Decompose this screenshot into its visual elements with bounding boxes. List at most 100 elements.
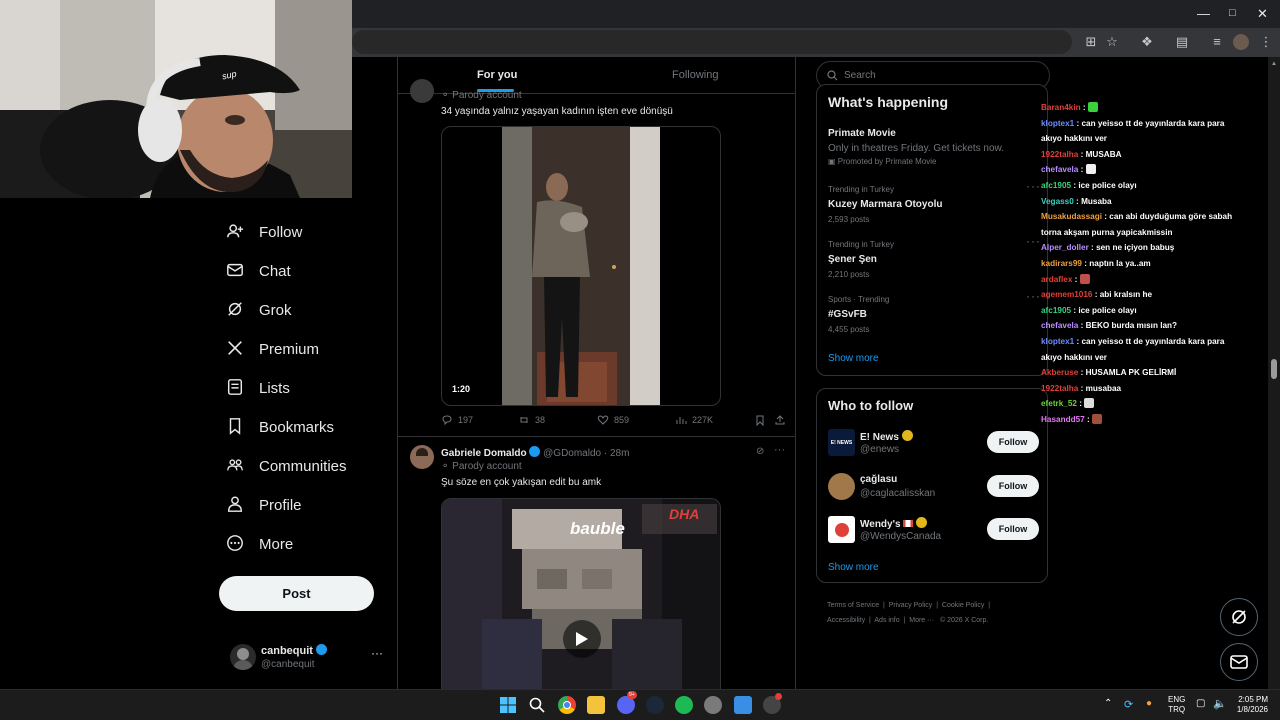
chat-username[interactable]: ardaflex — [1041, 275, 1072, 284]
start-icon[interactable] — [499, 696, 517, 714]
monitor-icon[interactable]: ▢ — [1196, 698, 1205, 709]
reading-list-icon[interactable]: ≡ — [1209, 34, 1225, 50]
nav-item-more[interactable]: More — [226, 530, 293, 558]
trend-more-icon[interactable]: ··· — [1026, 179, 1041, 193]
follow-button[interactable]: Follow — [987, 475, 1039, 497]
star-icon[interactable]: ☆ — [1104, 34, 1120, 50]
minimize-icon[interactable]: — — [1197, 6, 1210, 21]
chat-username[interactable]: Vegass0 — [1041, 197, 1074, 206]
settings-icon[interactable] — [704, 696, 722, 714]
tray-chevron-icon[interactable]: ⌃ — [1104, 698, 1112, 709]
tweet-author-handle[interactable]: @GDomaldo — [543, 448, 601, 459]
nav-item-chat[interactable]: Chat — [226, 257, 291, 285]
photos-icon[interactable] — [734, 696, 752, 714]
bookmark-button[interactable] — [754, 414, 771, 426]
nav-item-bookmarks[interactable]: Bookmarks — [226, 413, 334, 441]
tweet-author-name[interactable]: Gabriele Domaldo — [441, 448, 527, 459]
spotify-icon[interactable] — [675, 696, 693, 714]
follow-avatar[interactable] — [828, 473, 855, 500]
follow-name[interactable]: Wendy's — [860, 519, 901, 530]
grok-icon[interactable]: ⊘ — [756, 446, 764, 457]
chat-username[interactable]: chefavela — [1041, 165, 1078, 174]
repost-button[interactable]: 38 — [518, 414, 545, 426]
chat-username[interactable]: chefavela — [1041, 321, 1078, 330]
follow-name[interactable]: E! News — [860, 432, 899, 443]
tweet-more-icon[interactable]: ··· — [774, 444, 785, 456]
chat-username[interactable]: kloptex1 — [1041, 119, 1074, 128]
follow-avatar[interactable]: E! NEWS — [828, 429, 855, 456]
volume-icon[interactable]: 🔈 — [1213, 697, 1227, 710]
tray-sync-icon[interactable]: ⟳ — [1124, 698, 1133, 711]
scroll-up-icon[interactable]: ▲ — [1271, 61, 1277, 67]
happening-show-more[interactable]: Show more — [828, 353, 879, 364]
footer-more[interactable]: More ··· — [909, 617, 934, 624]
discord-icon[interactable]: 9+ — [617, 691, 637, 714]
restore-icon[interactable]: □ — [1229, 7, 1236, 19]
address-bar[interactable] — [352, 30, 1072, 54]
share-button[interactable] — [774, 414, 791, 426]
tray-mic-icon[interactable]: ● — [1146, 698, 1152, 709]
chat-username[interactable]: Akberuse — [1041, 368, 1078, 377]
steam-icon[interactable] — [646, 696, 664, 714]
footer-privacy[interactable]: Privacy Policy — [889, 602, 933, 609]
profile-avatar-icon[interactable] — [1233, 34, 1249, 50]
trend-more-icon[interactable]: ··· — [1026, 234, 1041, 248]
chat-username[interactable]: Alper_doller — [1041, 243, 1089, 252]
follow-name[interactable]: çağlasu — [860, 474, 897, 485]
nav-item-communities[interactable]: Communities — [226, 452, 347, 480]
trend-item[interactable]: Sports · Trending #GSvFB 4,455 posts — [828, 295, 1028, 334]
nav-item-follow[interactable]: Follow — [226, 218, 302, 246]
chrome-icon[interactable] — [558, 696, 576, 714]
file-explorer-icon[interactable] — [587, 696, 605, 714]
nav-item-profile[interactable]: Profile — [226, 491, 302, 519]
browser-menu-icon[interactable]: ⋮ — [1258, 34, 1274, 50]
follow-button[interactable]: Follow — [987, 518, 1039, 540]
nav-item-lists[interactable]: Lists — [226, 374, 290, 402]
extensions-icon[interactable]: ❖ — [1139, 34, 1155, 50]
promo-trend[interactable]: Primate Movie Only in theatres Friday. G… — [828, 128, 1038, 166]
install-app-icon[interactable]: ⊞ — [1083, 34, 1099, 50]
chat-username[interactable]: kloptex1 — [1041, 337, 1074, 346]
footer-terms[interactable]: Terms of Service — [827, 602, 879, 609]
trend-more-icon[interactable]: ··· — [1026, 289, 1041, 303]
chat-username[interactable]: agemem1016 — [1041, 290, 1092, 299]
who-to-follow-show-more[interactable]: Show more — [828, 562, 879, 573]
tab-for-you[interactable]: For you — [477, 69, 517, 81]
tweet[interactable]: Gabriele Domaldo @GDomaldo · 28m ⊘ ··· ⚬… — [398, 437, 795, 689]
footer-accessibility[interactable]: Accessibility — [827, 617, 865, 624]
tweet-time[interactable]: · 28m — [604, 448, 630, 459]
tweet[interactable]: ⚬ Parody account 34 yaşında yalnız yaşay… — [398, 79, 795, 435]
trend-item[interactable]: Trending in Turkey Şener Şen 2,210 posts — [828, 240, 1028, 279]
tweet-video[interactable]: 1:20 — [441, 126, 721, 406]
post-button[interactable]: Post — [219, 576, 374, 611]
clock[interactable]: 2:05 PM 1/8/2026 — [1232, 695, 1268, 715]
chat-username[interactable]: afc1905 — [1041, 306, 1071, 315]
follow-avatar[interactable] — [828, 516, 855, 543]
page-scrollbar[interactable]: ▲ — [1268, 57, 1280, 689]
like-button[interactable]: 859 — [597, 414, 629, 426]
trend-item[interactable]: Trending in Turkey Kuzey Marmara Otoyolu 2… — [828, 185, 1028, 224]
chat-username[interactable]: Hasandd57 — [1041, 415, 1085, 424]
chat-username[interactable]: Baran4kin — [1041, 103, 1081, 112]
chat-username[interactable]: efetrk_52 — [1041, 399, 1077, 408]
chat-username[interactable]: 1922talha — [1041, 384, 1078, 393]
footer-ads[interactable]: Ads info — [874, 617, 899, 624]
chat-username[interactable]: Musakudassagi — [1041, 212, 1102, 221]
app-icon[interactable] — [763, 693, 782, 714]
follow-button[interactable]: Follow — [987, 431, 1039, 453]
play-button[interactable] — [563, 620, 601, 658]
language-indicator[interactable]: ENG TRQ — [1168, 695, 1185, 715]
grok-fab[interactable] — [1220, 598, 1258, 636]
close-icon[interactable]: ✕ — [1257, 6, 1268, 22]
messages-fab[interactable] — [1220, 643, 1258, 681]
tweet-video[interactable]: bauble DHA — [441, 498, 721, 689]
reply-button[interactable]: 197 — [441, 414, 473, 426]
nav-item-grok[interactable]: Grok — [226, 296, 292, 324]
scrollbar-thumb[interactable] — [1271, 359, 1277, 379]
account-switcher[interactable]: canbequit @canbequit ··· — [226, 640, 386, 676]
account-more-icon[interactable]: ··· — [371, 646, 383, 660]
views-button[interactable]: 227K — [675, 414, 713, 426]
chat-username[interactable]: kadirars99 — [1041, 259, 1082, 268]
sidepanel-icon[interactable]: ▤ — [1174, 34, 1190, 50]
chat-username[interactable]: 1922talha — [1041, 150, 1078, 159]
